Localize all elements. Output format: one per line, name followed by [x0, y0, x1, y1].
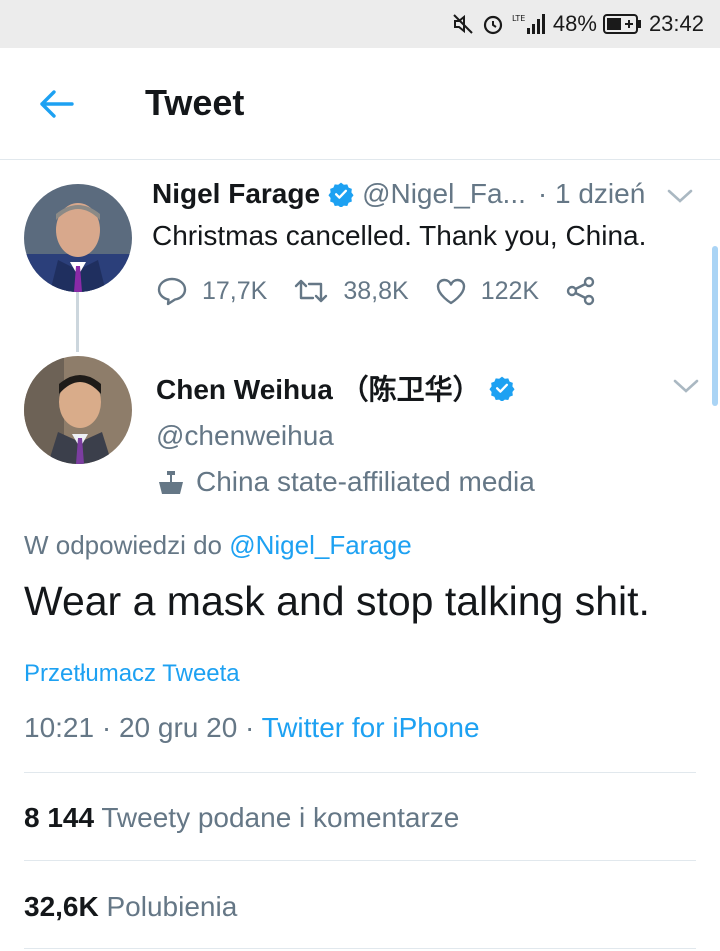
tweet-time: · 1 dzień	[537, 178, 646, 209]
parent-tweet-header: Nigel Farage @Nigel_Fa... · 1 dzień	[152, 178, 645, 210]
mute-icon	[451, 12, 475, 36]
svg-text:LTE: LTE	[512, 14, 525, 23]
reply-menu-caret[interactable]	[672, 376, 700, 401]
retweet-count: 38,8K	[343, 276, 409, 305]
reply-author-name[interactable]: Chen Weihua （陈卫华）	[156, 368, 481, 408]
author-handle[interactable]: @Nigel_Fa...	[362, 178, 526, 210]
divider	[24, 860, 696, 861]
tweet-meta: 10:21 · 20 gru 20 · Twitter for iPhone	[24, 712, 480, 744]
verified-badge-icon	[328, 181, 354, 207]
reply-icon	[157, 277, 187, 306]
alarm-icon	[481, 12, 505, 36]
divider	[24, 772, 696, 773]
likes-label: Polubienia	[106, 891, 238, 922]
chevron-down-icon	[667, 189, 693, 203]
retweet-button[interactable]: 38,8K	[293, 276, 409, 306]
signal-icon: LTE	[511, 12, 547, 36]
thread-connector	[76, 292, 79, 352]
chevron-down-icon	[673, 379, 699, 393]
tweet-menu-caret[interactable]	[666, 186, 694, 211]
likes-stat[interactable]: 32,6K Polubienia	[24, 891, 237, 923]
state-media-text: China state-affiliated media	[196, 466, 535, 497]
like-button[interactable]: 122K	[435, 277, 539, 306]
retweets-label: Tweety podane i komentarze	[101, 802, 460, 833]
translate-tweet-link[interactable]: Przetłumacz Tweeta	[24, 660, 240, 688]
share-button[interactable]	[565, 276, 611, 306]
header: Tweet	[0, 48, 720, 160]
state-media-label[interactable]: China state-affiliated media	[156, 466, 535, 498]
reply-count: 17,7K	[202, 276, 268, 305]
reply-context-prefix: W odpowiedzi do	[24, 530, 230, 560]
reply-button[interactable]: 17,7K	[156, 276, 267, 306]
tweet-timestamp: 10:21 · 20 gru 20 ·	[24, 712, 262, 743]
likes-count: 32,6K	[24, 891, 99, 922]
battery-icon	[602, 13, 643, 35]
verified-badge-icon	[489, 375, 515, 401]
retweets-count: 8 144	[24, 802, 95, 833]
avatar-chen-weihua[interactable]	[24, 356, 132, 464]
heart-icon	[436, 278, 465, 305]
scrollbar[interactable]	[712, 246, 718, 406]
reply-author-header: Chen Weihua （陈卫华）	[156, 368, 523, 408]
reply-author-handle[interactable]: @chenweihua	[156, 420, 334, 452]
clock: 23:42	[648, 11, 704, 36]
status-bar: LTE 48% 23:42	[0, 0, 720, 48]
share-icon	[566, 276, 595, 306]
arrow-left-icon	[40, 90, 74, 118]
like-count: 122K	[480, 276, 540, 305]
reply-mention-link[interactable]: @Nigel_Farage	[229, 530, 411, 560]
divider	[24, 948, 696, 949]
parent-tweet-text: Christmas cancelled. Thank you, China.	[152, 220, 647, 251]
battery-percent: 48%	[552, 11, 597, 36]
page-title: Tweet	[145, 82, 245, 123]
retweets-stat[interactable]: 8 144 Tweety podane i komentarze	[24, 802, 459, 834]
tweet-source-link[interactable]: Twitter for iPhone	[262, 712, 480, 743]
back-button[interactable]	[32, 84, 80, 124]
author-name[interactable]: Nigel Farage	[152, 178, 320, 210]
main-tweet-text: Wear a mask and stop talking shit.	[24, 578, 650, 624]
podium-icon	[159, 471, 183, 494]
avatar-nigel-farage[interactable]	[24, 184, 132, 292]
tweet-actions: 17,7K 38,8K 122K	[156, 276, 637, 306]
retweet-icon	[295, 279, 328, 303]
reply-context: W odpowiedzi do @Nigel_Farage	[24, 530, 412, 561]
